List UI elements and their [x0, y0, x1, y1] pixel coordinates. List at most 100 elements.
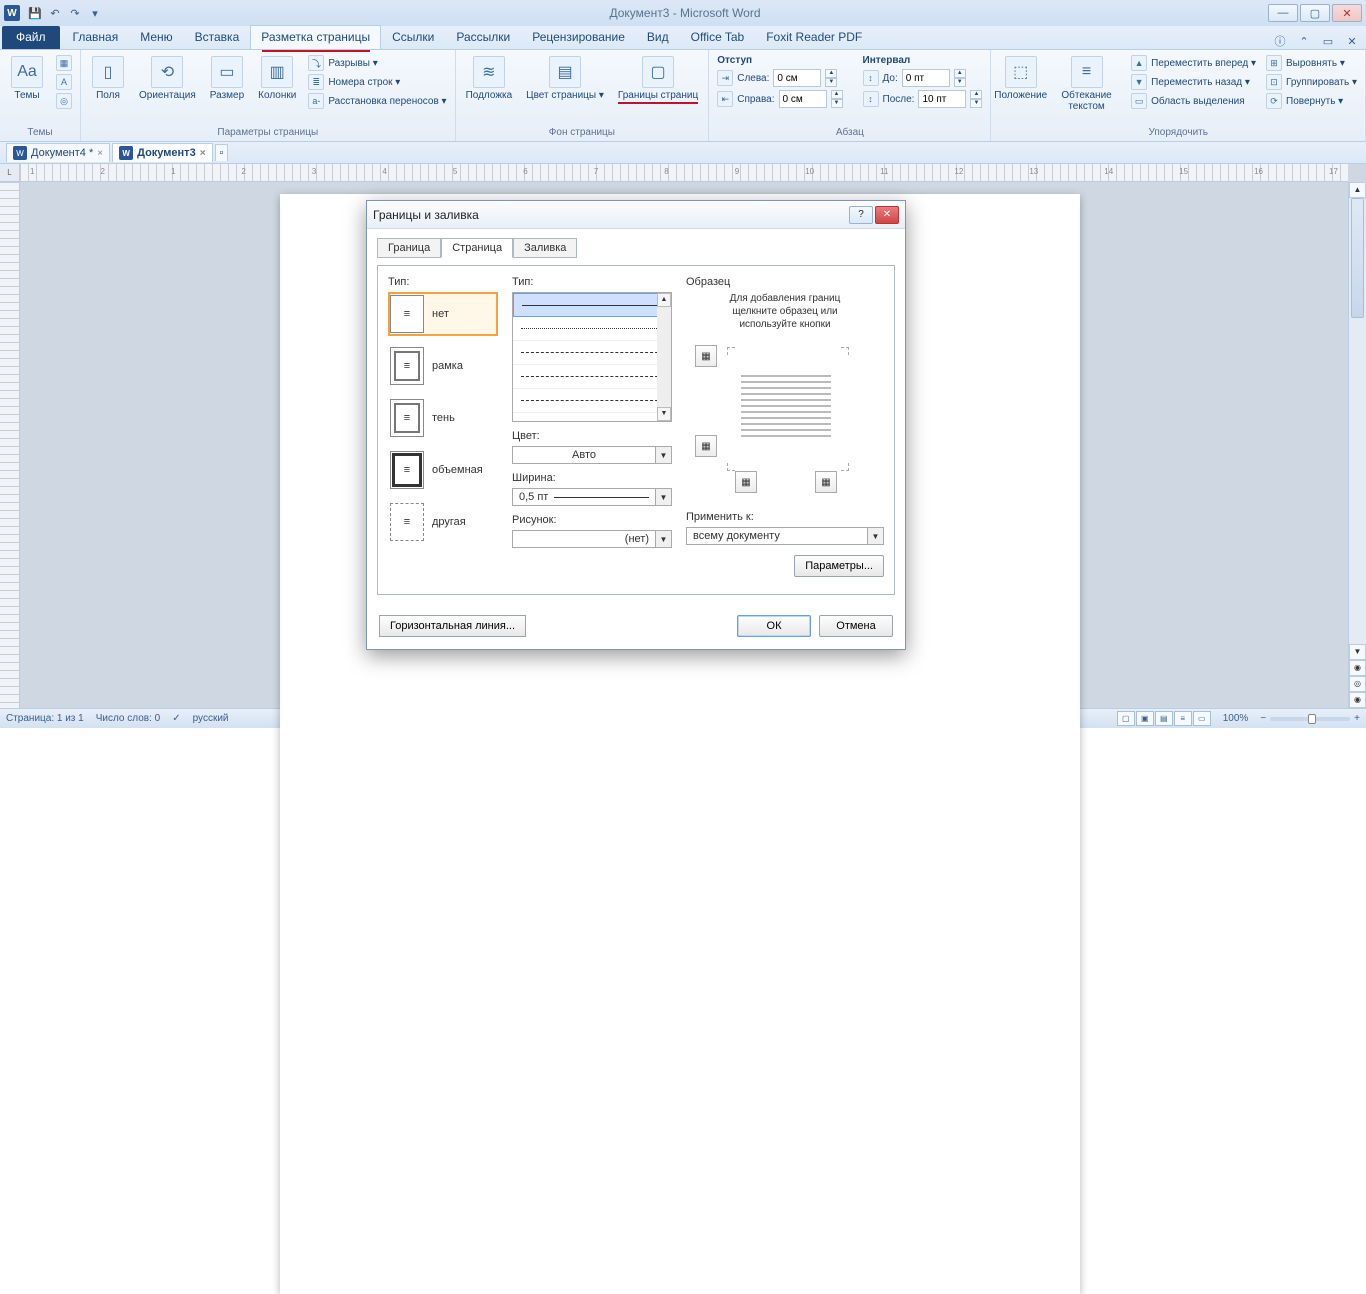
tab-mailings[interactable]: Рассылки — [445, 25, 521, 49]
size-button[interactable]: ▭Размер — [206, 54, 248, 103]
watermark-button[interactable]: ≋Подложка — [462, 54, 517, 103]
close-tab-icon[interactable]: × — [97, 148, 103, 159]
zoom-out-icon[interactable]: − — [1260, 713, 1266, 724]
chevron-down-icon[interactable]: ▼ — [868, 527, 884, 545]
type-3d[interactable]: ≡объемная — [388, 448, 498, 492]
tab-menu[interactable]: Меню — [129, 25, 183, 49]
tab-review[interactable]: Рецензирование — [521, 25, 636, 49]
scroll-up-icon[interactable]: ▲ — [1349, 182, 1366, 198]
margins-button[interactable]: ▯Поля — [87, 54, 129, 103]
ribbon-close-icon[interactable]: ✕ — [1344, 33, 1360, 49]
line-style-list[interactable]: ▲▼ — [512, 292, 672, 422]
border-left-button[interactable]: ▦ — [735, 471, 757, 493]
line-style-dotted[interactable] — [513, 317, 671, 341]
themes-button[interactable]: Aa Темы — [6, 54, 48, 103]
tab-page[interactable]: Страница — [441, 238, 513, 258]
view-web[interactable]: ▤ — [1155, 711, 1173, 726]
options-button[interactable]: Параметры... — [794, 555, 884, 577]
border-bottom-button[interactable]: ▦ — [695, 435, 717, 457]
view-full-screen[interactable]: ▣ — [1136, 711, 1154, 726]
zoom-percent[interactable]: 100% — [1223, 713, 1249, 724]
tab-page-layout[interactable]: Разметка страницы — [250, 25, 381, 49]
art-combo[interactable]: (нет)▼ — [512, 530, 672, 548]
bring-forward-button[interactable]: ▲Переместить вперед ▾ — [1129, 54, 1258, 72]
tab-fill[interactable]: Заливка — [513, 238, 577, 258]
indent-right-input[interactable] — [779, 90, 827, 108]
spacing-before[interactable]: ↕До:▲▼ — [861, 68, 985, 88]
type-box[interactable]: ≡рамка — [388, 344, 498, 388]
type-shadow[interactable]: ≡тень — [388, 396, 498, 440]
breaks-button[interactable]: ⤵Разрывы ▾ — [306, 54, 448, 72]
qat-undo[interactable]: ↶ — [46, 4, 64, 22]
indent-left[interactable]: ⇥Слева:▲▼ — [715, 68, 844, 88]
tab-home[interactable]: Главная — [62, 25, 130, 49]
line-style-solid[interactable] — [513, 293, 671, 317]
preview-page[interactable] — [731, 351, 841, 461]
chevron-down-icon[interactable]: ▼ — [656, 446, 672, 464]
position-button[interactable]: ⬚Положение — [997, 54, 1043, 103]
color-combo[interactable]: Авто▼ — [512, 446, 672, 464]
maximize-button[interactable]: ▢ — [1300, 4, 1330, 22]
scroll-down-icon[interactable]: ▼ — [1349, 644, 1366, 660]
tab-foxit[interactable]: Foxit Reader PDF — [755, 25, 873, 49]
ruler-corner[interactable]: L — [0, 164, 20, 182]
list-scroll-up-icon[interactable]: ▲ — [657, 293, 671, 307]
prev-page-icon[interactable]: ◉ — [1349, 660, 1366, 676]
help-icon[interactable]: ⓘ — [1272, 33, 1288, 49]
status-words[interactable]: Число слов: 0 — [96, 713, 160, 724]
hyphenation-button[interactable]: a-Расстановка переносов ▾ — [306, 92, 448, 110]
close-button[interactable]: ✕ — [1332, 4, 1362, 22]
spacing-after[interactable]: ↕После:▲▼ — [861, 89, 985, 109]
view-draft[interactable]: ▭ — [1193, 711, 1211, 726]
preview-box[interactable]: ▦ ▦ ▦ ▦ — [695, 345, 875, 495]
browse-icon[interactable]: ◎ — [1349, 676, 1366, 692]
line-numbers-button[interactable]: ≣Номера строк ▾ — [306, 73, 448, 91]
scroll-track[interactable] — [1349, 198, 1366, 644]
status-page[interactable]: Страница: 1 из 1 — [6, 713, 84, 724]
theme-fonts[interactable]: A — [54, 73, 74, 91]
status-language[interactable]: русский — [193, 713, 229, 724]
theme-effects[interactable]: ◎ — [54, 92, 74, 110]
type-none[interactable]: ≡нет — [388, 292, 498, 336]
zoom-slider[interactable]: − + — [1260, 713, 1360, 724]
dialog-close-button[interactable]: ✕ — [875, 206, 899, 224]
rotate-button[interactable]: ⟳Повернуть ▾ — [1264, 92, 1359, 110]
view-outline[interactable]: ≡ — [1174, 711, 1192, 726]
width-combo[interactable]: 0,5 пт▼ — [512, 488, 672, 506]
align-button[interactable]: ⊞Выровнять ▾ — [1264, 54, 1359, 72]
border-top-button[interactable]: ▦ — [695, 345, 717, 367]
tab-office-tab[interactable]: Office Tab — [680, 25, 756, 49]
page-borders-button[interactable]: ▢Границы страниц — [614, 54, 702, 106]
selection-pane-button[interactable]: ▭Область выделения — [1129, 92, 1258, 110]
dialog-help-button[interactable]: ? — [849, 206, 873, 224]
ruler-vertical[interactable] — [0, 182, 20, 708]
zoom-thumb[interactable] — [1308, 714, 1316, 724]
group-button[interactable]: ⊡Группировать ▾ — [1264, 73, 1359, 91]
orientation-button[interactable]: ⟲Ориентация — [135, 54, 200, 103]
indent-left-input[interactable] — [773, 69, 821, 87]
tab-file[interactable]: Файл — [2, 26, 60, 49]
tab-border[interactable]: Граница — [377, 238, 441, 258]
tab-references[interactable]: Ссылки — [381, 25, 445, 49]
vertical-scrollbar[interactable]: ▲ ▼ ◉ ◎ ◉ — [1348, 182, 1366, 708]
qat-save[interactable]: 💾 — [26, 4, 44, 22]
indent-right[interactable]: ⇤Справа:▲▼ — [715, 89, 844, 109]
chevron-down-icon[interactable]: ▼ — [656, 488, 672, 506]
doc-tab-1[interactable]: WДокумент4 *× — [6, 143, 110, 162]
list-scroll-down-icon[interactable]: ▼ — [657, 407, 671, 421]
send-backward-button[interactable]: ▼Переместить назад ▾ — [1129, 73, 1258, 91]
horizontal-line-button[interactable]: Горизонтальная линия... — [379, 615, 526, 637]
line-style-dashdot[interactable] — [513, 389, 671, 413]
minimize-button[interactable]: — — [1268, 4, 1298, 22]
columns-button[interactable]: ▥Колонки — [254, 54, 300, 103]
qat-redo[interactable]: ↷ — [66, 4, 84, 22]
doc-tab-2[interactable]: WДокумент3× — [112, 143, 212, 162]
apply-combo[interactable]: всему документу▼ — [686, 527, 884, 545]
chevron-down-icon[interactable]: ▼ — [656, 530, 672, 548]
line-style-dashed2[interactable] — [513, 365, 671, 389]
spacing-after-input[interactable] — [918, 90, 966, 108]
border-right-button[interactable]: ▦ — [815, 471, 837, 493]
tab-insert[interactable]: Вставка — [184, 25, 251, 49]
view-print-layout[interactable]: ▢ — [1117, 711, 1135, 726]
cancel-button[interactable]: Отмена — [819, 615, 893, 637]
